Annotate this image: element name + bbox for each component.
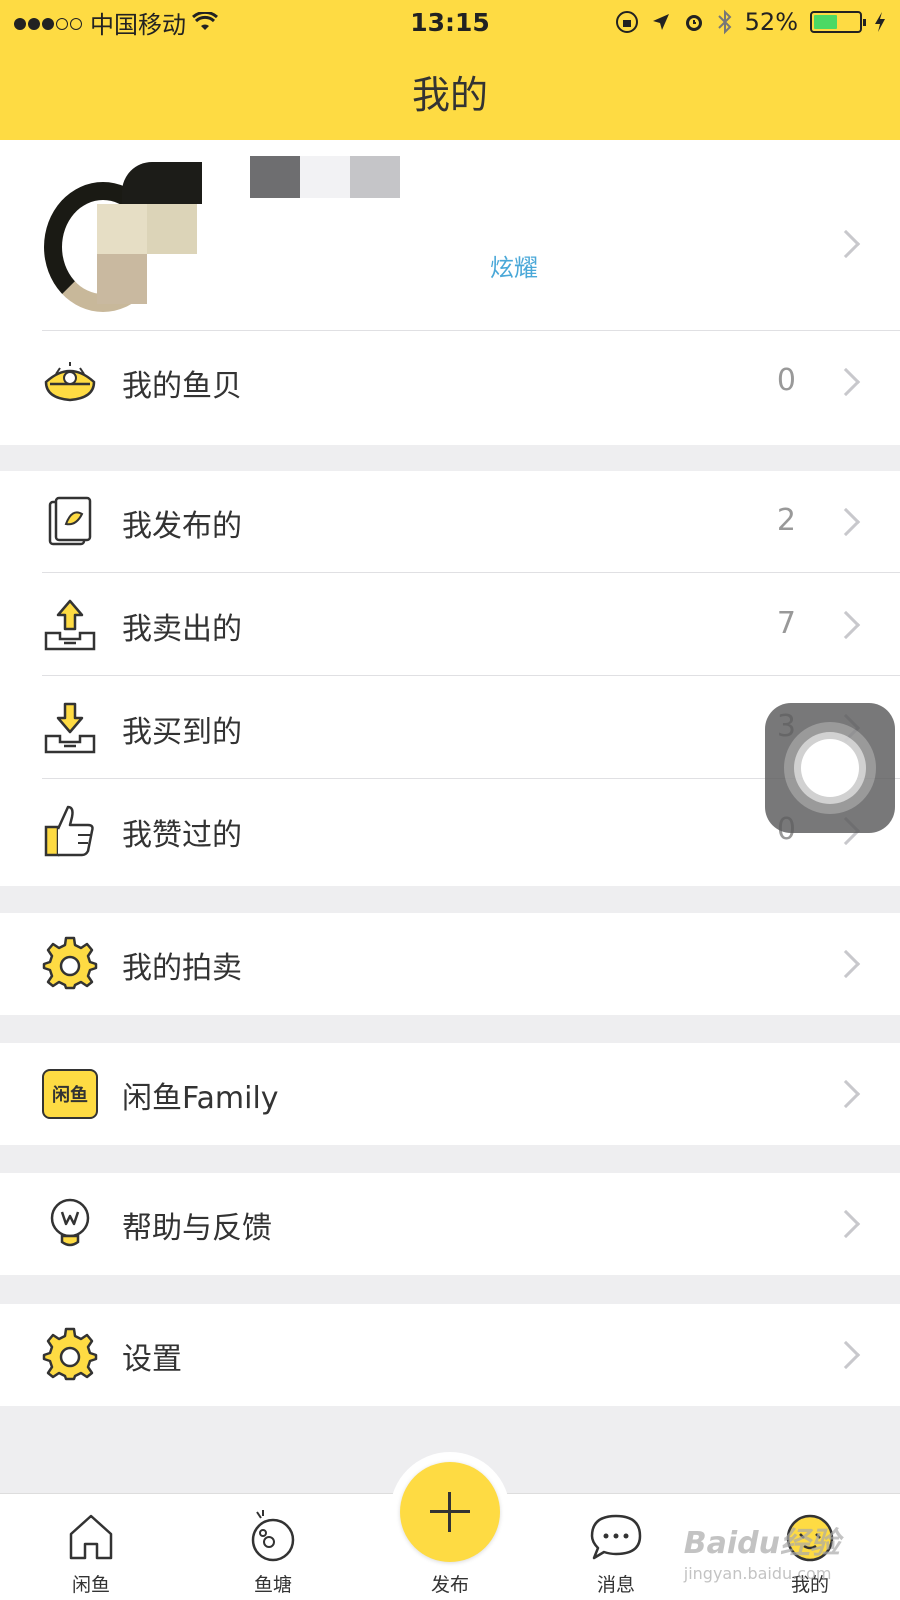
tab-pond-label: 鱼塘 bbox=[253, 1574, 292, 1596]
chevron-right-icon bbox=[831, 1209, 861, 1239]
header-bar: 中国移动 13:15 52% 我的 bbox=[0, 0, 900, 140]
bought-label: 我买到的 bbox=[122, 715, 242, 750]
tab-publish-label: 发布 bbox=[430, 1574, 469, 1596]
menu-item-shells[interactable]: 我的鱼贝 0 bbox=[0, 331, 900, 433]
publish-button[interactable] bbox=[400, 1462, 500, 1562]
status-bar: 中国移动 13:15 52% bbox=[0, 0, 900, 44]
pond-icon bbox=[251, 1510, 295, 1562]
chevron-right-icon bbox=[831, 367, 861, 397]
settings-label: 设置 bbox=[122, 1342, 182, 1377]
sold-label: 我卖出的 bbox=[122, 612, 242, 647]
watermark: Baidu经验 jingyan.baidu.com bbox=[684, 1518, 840, 1583]
charging-icon bbox=[875, 12, 885, 32]
watermark-url: jingyan.baidu.com bbox=[683, 1564, 832, 1583]
tab-messages-label: 消息 bbox=[596, 1574, 635, 1596]
shell-icon bbox=[44, 362, 96, 402]
profile-section: 炫耀 我的鱼贝 0 bbox=[0, 140, 900, 445]
page-title: 我的 bbox=[411, 73, 488, 117]
profile-chevron-icon[interactable] bbox=[831, 229, 861, 259]
location-icon bbox=[652, 14, 669, 30]
avatar[interactable] bbox=[42, 162, 202, 312]
home-icon bbox=[69, 1514, 113, 1560]
chevron-right-icon bbox=[831, 949, 861, 979]
orders-section: 我发布的 2 我卖出的 7 我买到的 3 我赞过的 0 bbox=[0, 471, 900, 886]
battery-percent: 52% bbox=[744, 8, 798, 36]
menu-item-sold[interactable]: 我卖出的 7 bbox=[0, 574, 900, 676]
lightbulb-icon bbox=[50, 1198, 90, 1247]
chevron-right-icon bbox=[831, 1340, 861, 1370]
download-box-icon bbox=[44, 702, 96, 754]
sold-count: 7 bbox=[776, 606, 796, 641]
shells-count: 0 bbox=[776, 363, 796, 398]
tab-home[interactable]: 闲鱼 bbox=[31, 1494, 151, 1600]
tab-messages[interactable]: 消息 bbox=[556, 1494, 676, 1600]
tab-home-label: 闲鱼 bbox=[71, 1574, 110, 1596]
menu-item-family[interactable]: 闲鱼 闲鱼Family bbox=[0, 1043, 900, 1145]
chevron-right-icon bbox=[831, 1079, 861, 1109]
chevron-right-icon bbox=[831, 507, 861, 537]
nickname-redacted bbox=[250, 156, 400, 198]
published-label: 我发布的 bbox=[122, 509, 242, 544]
family-label: 闲鱼Family bbox=[122, 1081, 279, 1116]
menu-item-auction[interactable]: 我的拍卖 bbox=[0, 913, 900, 1015]
gear-icon bbox=[42, 936, 98, 990]
thumbs-up-icon bbox=[44, 805, 94, 857]
xianyu-logo-icon: 闲鱼 bbox=[42, 1069, 98, 1119]
rotation-lock-icon bbox=[615, 11, 638, 33]
menu-item-published[interactable]: 我发布的 2 bbox=[0, 471, 900, 573]
message-icon bbox=[590, 1514, 642, 1560]
alarm-icon bbox=[685, 15, 702, 31]
menu-item-help[interactable]: 帮助与反馈 bbox=[0, 1173, 900, 1275]
bluetooth-icon bbox=[717, 9, 732, 35]
user-level-label[interactable]: 炫耀 bbox=[490, 248, 538, 283]
settings-gear-icon bbox=[42, 1327, 98, 1381]
upload-box-icon bbox=[44, 599, 96, 651]
settings-section: 设置 bbox=[0, 1304, 900, 1406]
shells-label: 我的鱼贝 bbox=[122, 369, 242, 404]
family-section: 闲鱼 闲鱼Family bbox=[0, 1043, 900, 1145]
battery-icon bbox=[810, 11, 866, 33]
document-icon bbox=[48, 496, 92, 546]
auction-section: 我的拍卖 bbox=[0, 913, 900, 1015]
help-section: 帮助与反馈 bbox=[0, 1173, 900, 1275]
menu-item-settings[interactable]: 设置 bbox=[0, 1304, 900, 1406]
tab-pond[interactable]: 鱼塘 bbox=[213, 1494, 333, 1600]
published-count: 2 bbox=[776, 503, 796, 538]
auction-label: 我的拍卖 bbox=[122, 951, 242, 986]
watermark-brand: Baidu经验 bbox=[683, 1526, 840, 1561]
liked-label: 我赞过的 bbox=[122, 818, 242, 853]
assistive-touch-button[interactable] bbox=[765, 703, 895, 833]
help-label: 帮助与反馈 bbox=[122, 1211, 272, 1246]
chevron-right-icon bbox=[831, 610, 861, 640]
